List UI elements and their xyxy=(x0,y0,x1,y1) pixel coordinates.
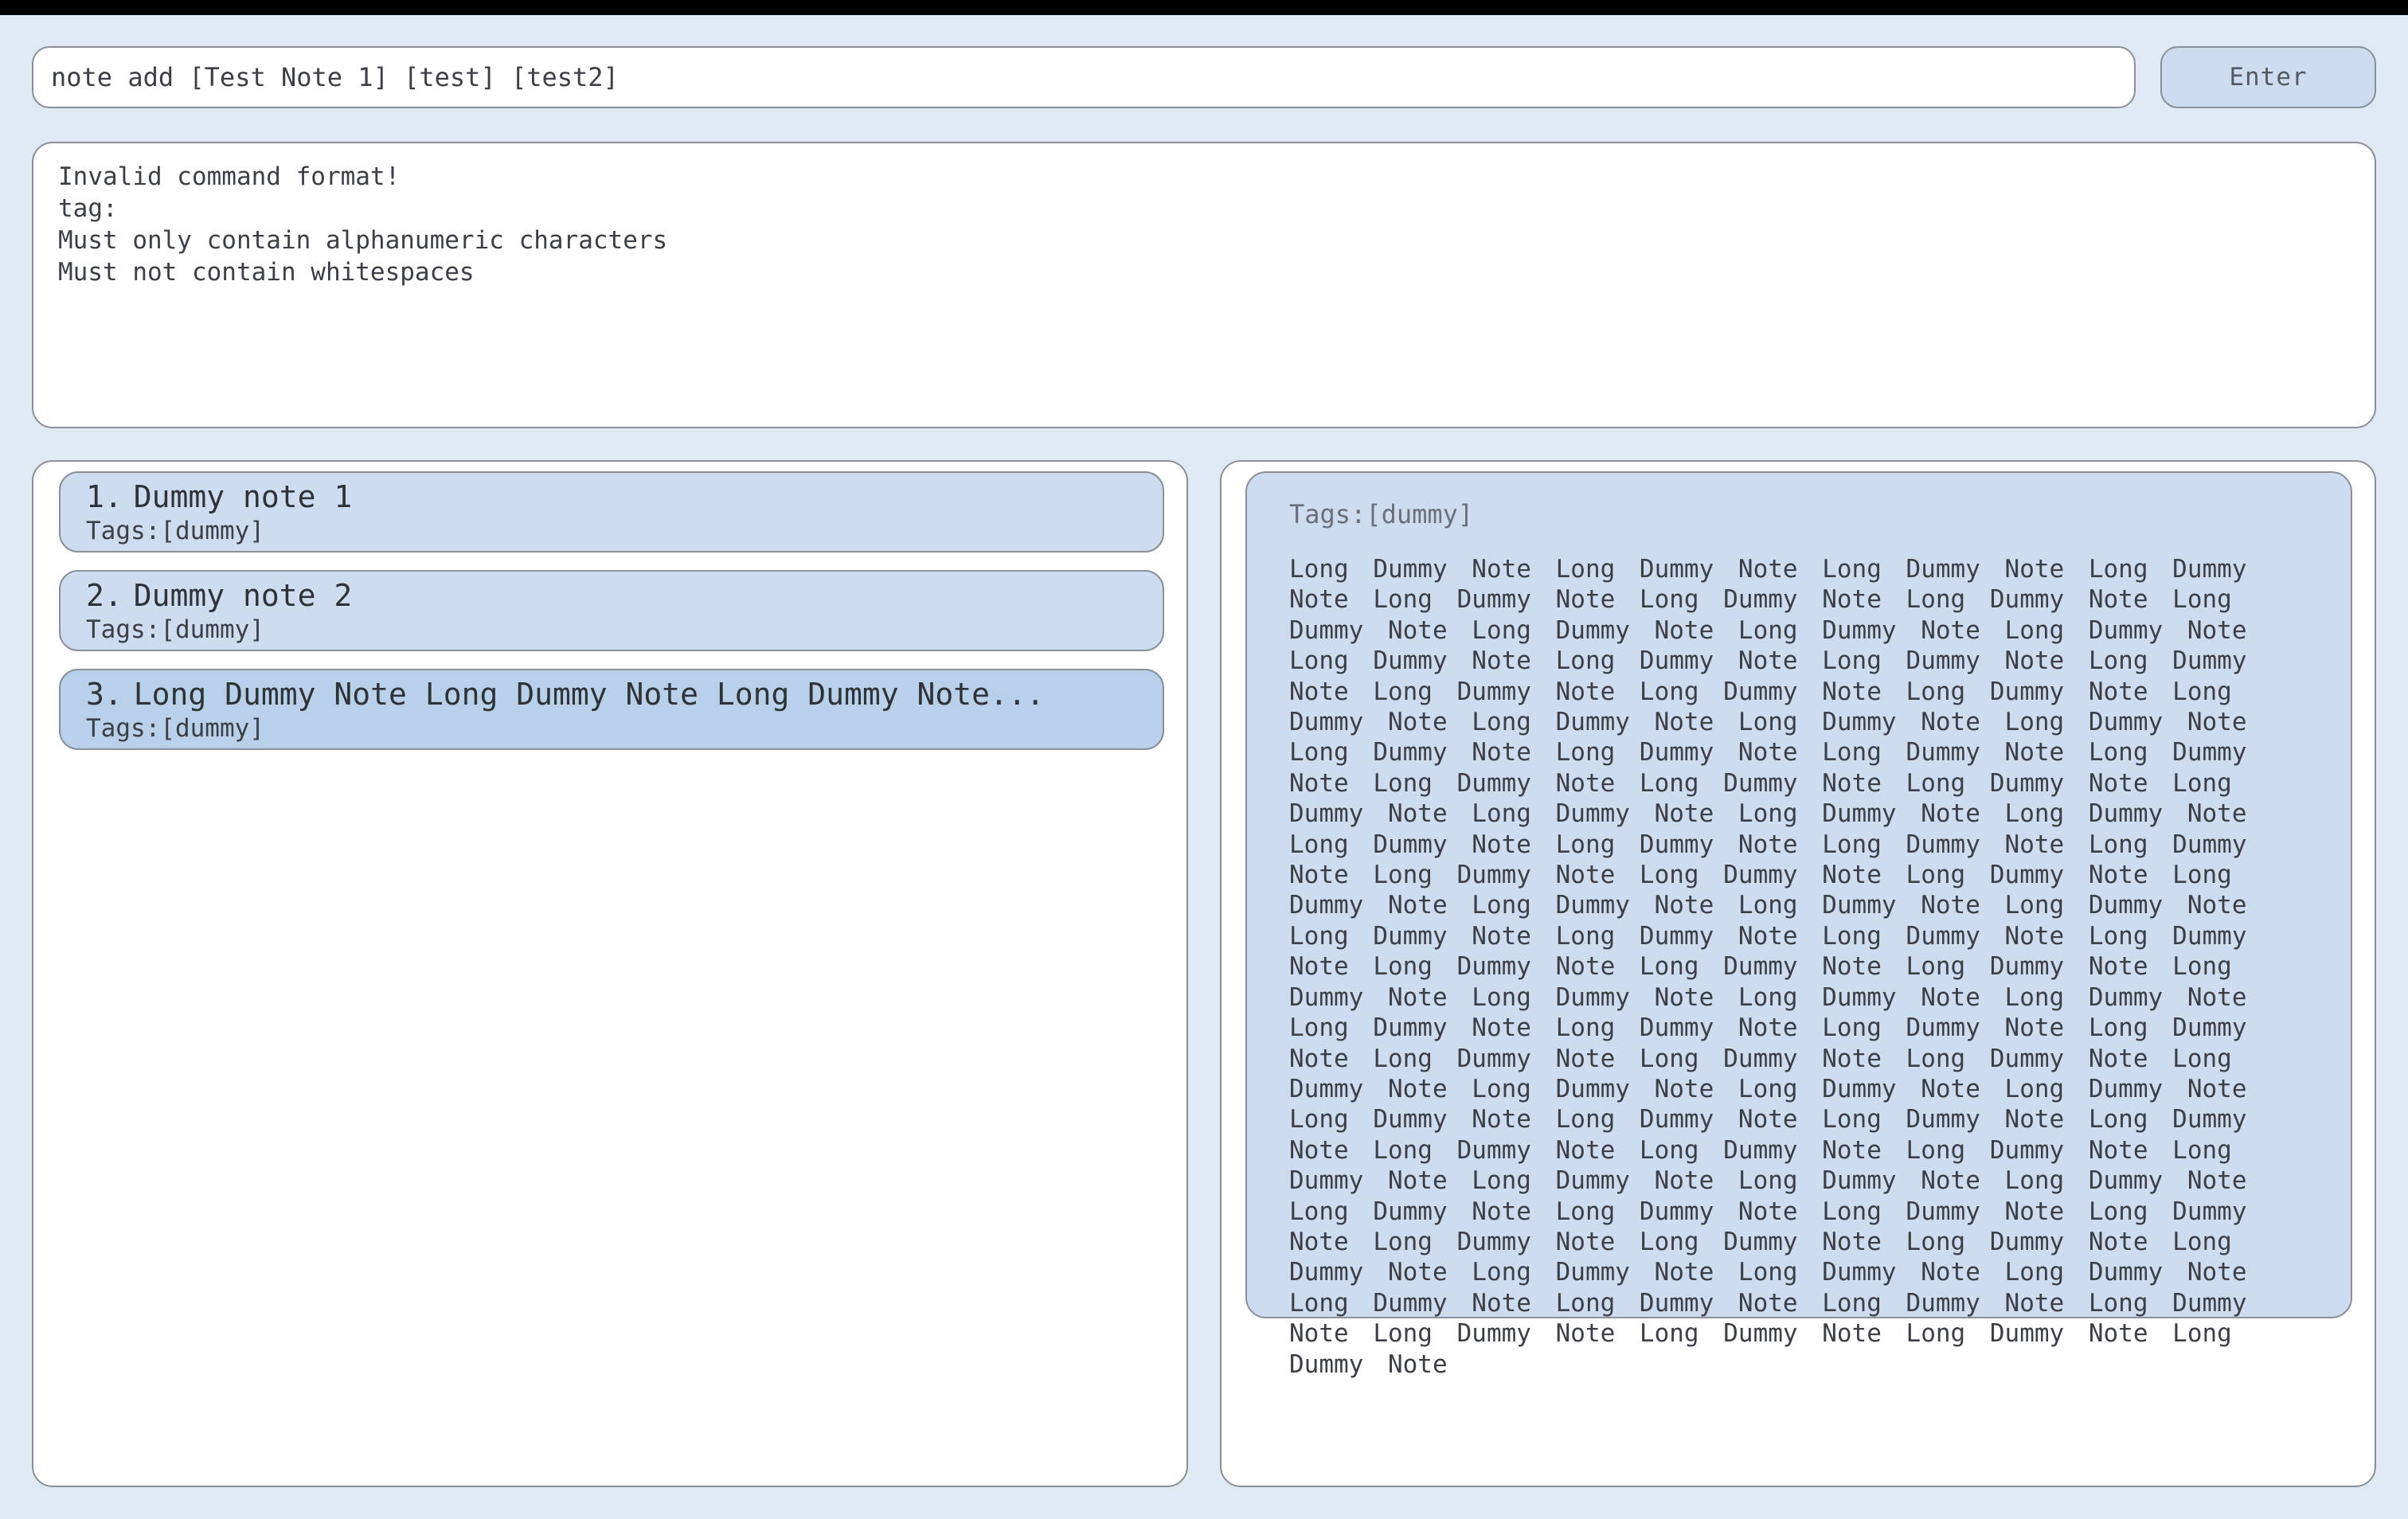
result-line: Must only contain alphanumeric character… xyxy=(58,226,668,255)
result-line: Must not contain whitespaces xyxy=(58,258,475,287)
note-title: 3. Long Dummy Note Long Dummy Note Long D… xyxy=(86,675,1137,713)
note-title-text: Long Dummy Note Long Dummy Note Long Dum… xyxy=(133,677,1045,712)
window-top-bar xyxy=(0,0,2408,15)
note-index: 2. xyxy=(86,578,123,613)
command-input[interactable] xyxy=(32,46,2136,108)
note-detail-panel[interactable]: Tags:[dummy] Long Dummy Note Long Dummy … xyxy=(1220,460,2376,1487)
enter-button[interactable]: Enter xyxy=(2160,46,2376,108)
result-line: Invalid command format! xyxy=(58,162,401,191)
detail-body: Long Dummy Note Long Dummy Note Long Dum… xyxy=(1289,555,2247,1379)
note-list-item-selected[interactable]: 3. Long Dummy Note Long Dummy Note Long D… xyxy=(59,669,1164,750)
note-title-text: Dummy note 2 xyxy=(133,578,353,613)
result-display: Invalid command format! tag: Must only c… xyxy=(32,142,2376,428)
note-list-item[interactable]: 2. Dummy note 2 Tags:[dummy] xyxy=(59,570,1164,651)
note-list-panel[interactable]: 1. Dummy note 1 Tags:[dummy] 2. Dummy note… xyxy=(32,460,1188,1487)
note-title: 1. Dummy note 1 xyxy=(86,478,1137,516)
detail-tags: Tags:[dummy] xyxy=(1289,499,1474,529)
note-tags: Tags:[dummy] xyxy=(86,714,264,743)
note-title-text: Dummy note 1 xyxy=(133,479,353,514)
note-list-item[interactable]: 1. Dummy note 1 Tags:[dummy] xyxy=(59,471,1164,553)
note-detail-card: Tags:[dummy] Long Dummy Note Long Dummy … xyxy=(1245,471,2352,1379)
note-tags: Tags:[dummy] xyxy=(86,517,264,545)
note-index: 1. xyxy=(86,479,123,514)
result-line: tag: xyxy=(58,194,118,223)
note-tags: Tags:[dummy] xyxy=(86,615,264,644)
note-index: 3. xyxy=(86,677,123,712)
note-title: 2. Dummy note 2 xyxy=(86,576,1137,615)
